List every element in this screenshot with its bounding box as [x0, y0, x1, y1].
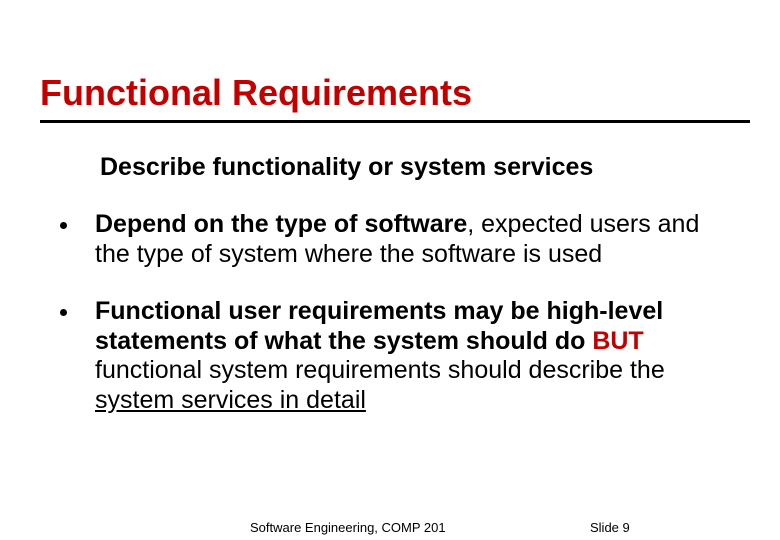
slide-subtitle: Describe functionality or system service… [100, 153, 740, 182]
bullet-icon [60, 222, 67, 229]
list-item: Functional user requirements may be high… [60, 297, 730, 415]
bullet-text: Depend on the type of software, expected… [95, 210, 730, 269]
footer-right: Slide 9 [590, 520, 630, 535]
title-block: Functional Requirements [40, 0, 740, 123]
bold-text: Depend on the type of software [95, 210, 467, 238]
footer-left: Software Engineering, COMP 201 [250, 520, 446, 535]
list-item: Depend on the type of software, expected… [60, 210, 730, 269]
bullet-icon [60, 309, 67, 316]
plain-text: functional system requirements should de… [95, 356, 665, 384]
slide-title: Functional Requirements [40, 72, 740, 114]
bullet-text: Functional user requirements may be high… [95, 297, 730, 415]
slide-number: 9 [623, 520, 630, 535]
bold-text: Functional user requirements may be high… [95, 297, 663, 355]
underline-text: system services in detail [95, 386, 366, 414]
bullet-list: Depend on the type of software, expected… [40, 210, 740, 415]
slide: Functional Requirements Describe functio… [0, 0, 780, 540]
title-underline [40, 120, 750, 123]
emphasis-text: BUT [592, 327, 643, 355]
slide-label: Slide [590, 520, 623, 535]
